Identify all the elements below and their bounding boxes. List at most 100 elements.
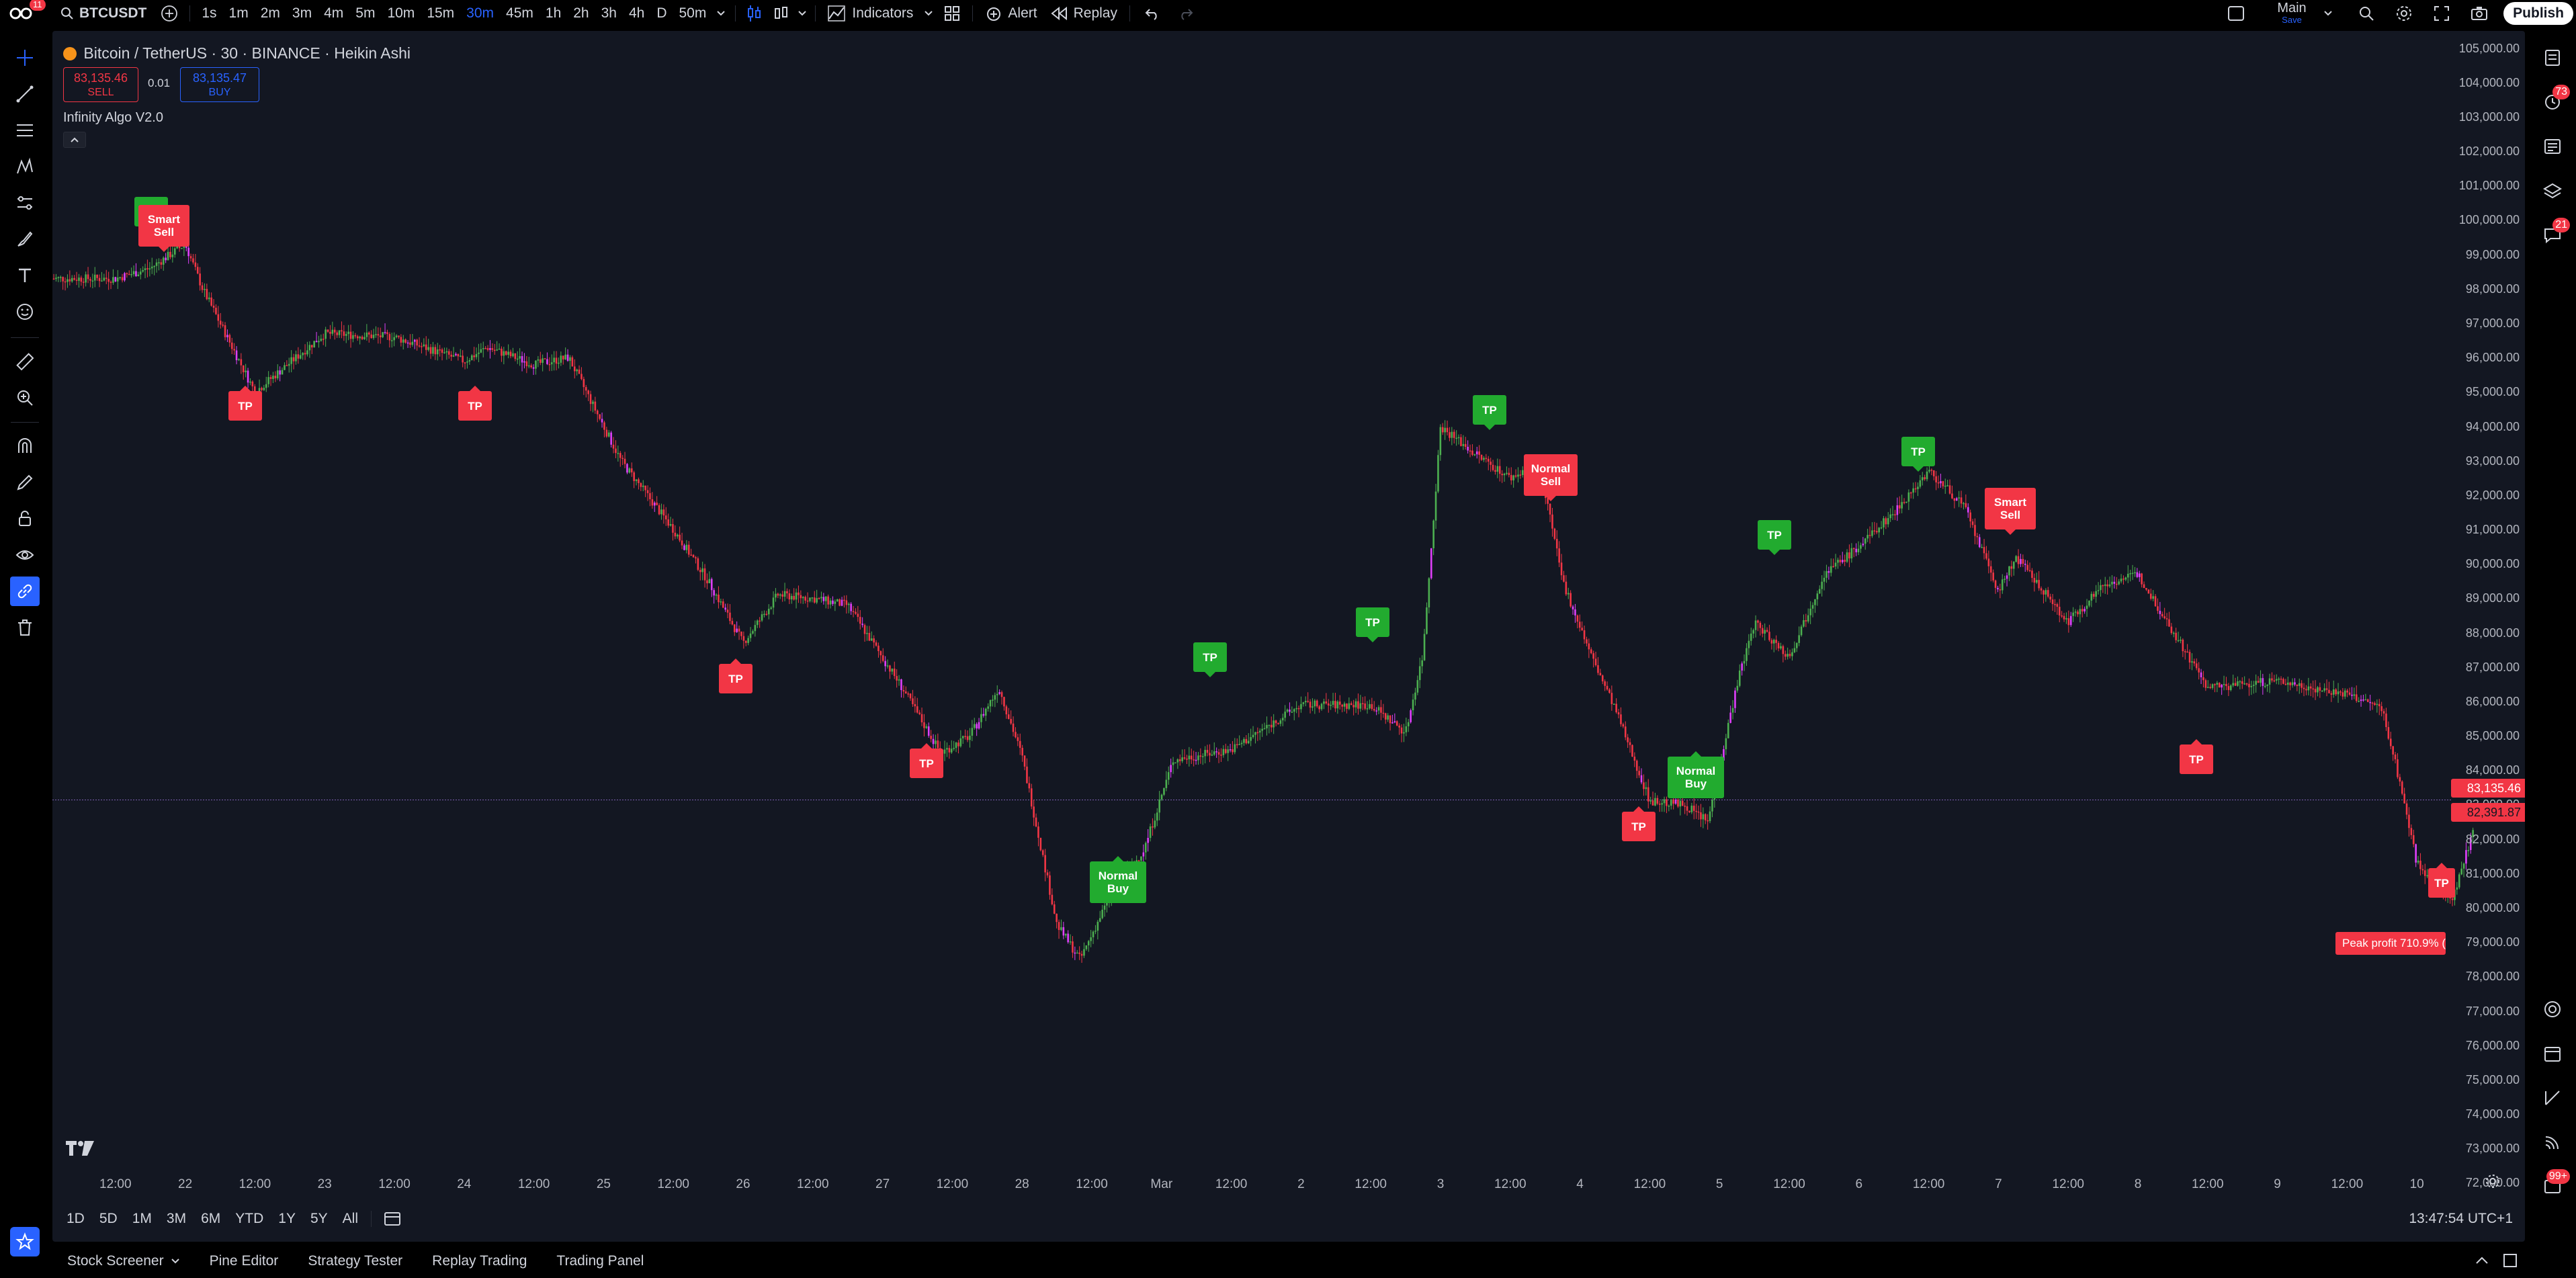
object-tree-button[interactable] [2538,132,2567,161]
chart-pane[interactable]: Bitcoin / TetherUS · 30 · BINANCE · Heik… [52,31,2525,1242]
timeframe-5m[interactable]: 5m [349,0,381,27]
settings-button[interactable] [2389,0,2419,27]
tab-stock-screener[interactable]: Stock Screener [52,1244,195,1278]
magnet-tool[interactable] [10,431,40,461]
undo-button[interactable] [1135,0,1169,27]
text-tool[interactable] [10,261,40,290]
goto-date-button[interactable] [377,1211,409,1227]
timeframe-1h[interactable]: 1h [540,0,567,27]
alerts-panel-button[interactable]: 73 [2538,85,2570,117]
sell-button[interactable]: 83,135.46 SELL [63,67,138,102]
ruler-tool[interactable] [10,347,40,376]
timeframe-4h[interactable]: 4h [623,0,650,27]
trendline-tool[interactable] [10,79,40,109]
range-all[interactable]: All [335,1211,366,1227]
collapse-legend-button[interactable] [63,132,86,148]
timeframe-50m[interactable]: 50m [673,0,713,27]
publish-button[interactable]: Publish [2503,2,2573,25]
remove-drawings-tool[interactable] [10,613,40,642]
tab-replay-trading[interactable]: Replay Trading [417,1244,542,1278]
layout-toggle-button[interactable] [2221,0,2251,27]
quick-search-button[interactable] [2352,0,2381,27]
price-chart[interactable] [52,31,2525,1200]
candle-body [135,271,137,277]
chart-type-button[interactable] [768,0,795,27]
range-1m[interactable]: 1M [125,1211,159,1227]
timeframe-3m[interactable]: 3m [286,0,318,27]
timeframe-D[interactable]: D [650,0,673,27]
axis-settings-button[interactable] [2485,1173,2503,1192]
symbol-search-button[interactable]: BTCUSDT [47,0,155,27]
calendar-button[interactable] [2538,1039,2567,1068]
timeframe-45m[interactable]: 45m [500,0,540,27]
brush-tool[interactable] [10,224,40,254]
timeframe-4m[interactable]: 4m [318,0,349,27]
utc-clock[interactable]: 13:47:54 UTC+1 [2409,1211,2513,1227]
redo-button[interactable] [1169,0,1203,27]
fib-tool[interactable] [10,116,40,145]
timeframe-3h[interactable]: 3h [595,0,623,27]
logo-menu-button[interactable]: 11 [0,0,47,27]
tab-trading-panel[interactable]: Trading Panel [542,1244,658,1278]
watchlist-button[interactable] [2538,43,2567,73]
replay-button[interactable]: Replay [1044,0,1124,27]
sync-drawings-tool[interactable] [10,577,40,606]
candle-body [2264,685,2266,687]
timeframe-30m[interactable]: 30m [460,0,500,27]
candle-body [1270,724,1273,728]
templates-button[interactable] [937,0,967,27]
indicators-button[interactable]: Indicators [821,0,920,27]
range-5d[interactable]: 5D [92,1211,125,1227]
maximize-icon[interactable] [2502,1252,2518,1269]
help-button[interactable]: 99+ [2538,1169,2570,1201]
streams-button[interactable] [2538,1127,2567,1157]
timeframe-15m[interactable]: 15m [421,0,460,27]
patterns-tool[interactable] [10,152,40,181]
compare-symbol-button[interactable] [155,0,184,27]
chat-button[interactable]: 21 [2538,218,2570,250]
tab-pine-editor[interactable]: Pine Editor [195,1244,294,1278]
fullscreen-button[interactable] [2427,0,2456,27]
emoji-tool[interactable] [10,297,40,327]
crosshair-tool[interactable] [10,43,40,73]
lock-drawings-tool[interactable] [10,504,40,534]
alert-button[interactable]: Alert [978,0,1043,27]
hide-drawings-tool[interactable] [10,540,40,570]
candle-body [2141,573,2143,585]
timeframe-dropdown[interactable] [712,0,730,27]
snapshot-button[interactable] [2464,0,2494,27]
timeframe-2h[interactable]: 2h [567,0,595,27]
pine-button[interactable] [2538,1083,2567,1113]
layout-dropdown[interactable] [2318,0,2338,27]
timeframe-1m[interactable]: 1m [223,0,255,27]
ideas-button[interactable] [2538,994,2567,1024]
range-1y[interactable]: 1Y [271,1211,303,1227]
forecasting-tool[interactable] [10,188,40,218]
chart-type-dropdown[interactable] [795,0,810,27]
candle-body [1083,949,1085,956]
indicator-legend[interactable]: Infinity Algo V2.0 [63,110,163,126]
stay-drawing-tool[interactable] [10,468,40,497]
watchlist-star-button[interactable] [10,1227,40,1256]
zoom-tool[interactable] [10,383,40,413]
candle-body [187,247,189,257]
time-tick: 12:00 [1494,1177,1527,1191]
layers-button[interactable] [2538,176,2567,206]
tab-strategy-tester[interactable]: Strategy Tester [293,1244,417,1278]
range-3m[interactable]: 3M [159,1211,194,1227]
timeframe-1s[interactable]: 1s [196,0,222,27]
range-ytd[interactable]: YTD [228,1211,271,1227]
chevron-up-icon[interactable] [2474,1252,2490,1269]
bar-style-button[interactable] [741,0,768,27]
layout-name-button[interactable]: Main Save [2268,0,2315,27]
range-1d[interactable]: 1D [59,1211,92,1227]
range-5y[interactable]: 5Y [303,1211,335,1227]
timeframe-2m[interactable]: 2m [255,0,286,27]
indicators-dropdown[interactable] [920,0,937,27]
range-6m[interactable]: 6M [194,1211,228,1227]
candle-body [1649,800,1651,802]
buy-button[interactable]: 83,135.47 BUY [180,67,259,102]
timeframe-10m[interactable]: 10m [381,0,421,27]
time-tick: 27 [875,1177,890,1191]
candle-body [695,557,697,559]
